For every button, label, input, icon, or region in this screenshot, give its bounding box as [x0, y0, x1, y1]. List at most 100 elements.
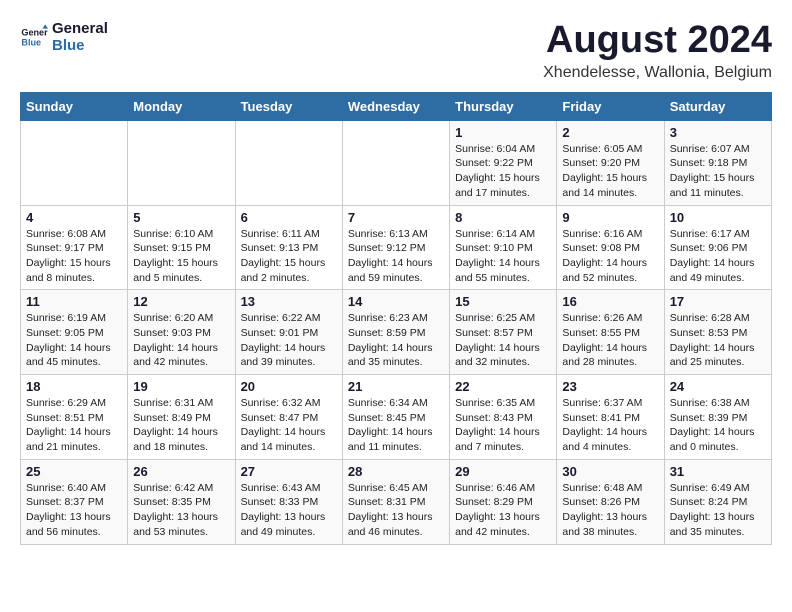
day-info: Sunrise: 6:40 AM Sunset: 8:37 PM Dayligh… — [26, 481, 122, 540]
calendar-cell: 10 Sunrise: 6:17 AM Sunset: 9:06 PM Dayli… — [664, 205, 771, 290]
calendar-cell: 4 Sunrise: 6:08 AM Sunset: 9:17 PM Daylig… — [21, 205, 128, 290]
calendar-subtitle: Xhendelesse, Wallonia, Belgium — [543, 64, 772, 82]
day-number: 21 — [348, 379, 444, 394]
calendar-cell: 30Sunrise: 6:48 AM Sunset: 8:26 PM Dayli… — [557, 459, 664, 544]
calendar-cell: 25 Sunrise: 6:40 AM Sunset: 8:37 PM Dayli… — [21, 459, 128, 544]
day-info: Sunrise: 6:28 AM Sunset: 8:53 PM Dayligh… — [670, 311, 766, 370]
calendar-cell: 9 Sunrise: 6:16 AM Sunset: 9:08 PM Daylig… — [557, 205, 664, 290]
day-number: 1 — [455, 125, 551, 140]
day-info: Sunrise: 6:37 AM Sunset: 8:41 PM Dayligh… — [562, 396, 658, 455]
day-number: 17 — [670, 294, 766, 309]
day-info: Sunrise: 6:42 AM Sunset: 8:35 PM Dayligh… — [133, 481, 229, 540]
calendar-cell: 6 Sunrise: 6:11 AM Sunset: 9:13 PM Daylig… — [235, 205, 342, 290]
day-info: Sunrise: 6:46 AM Sunset: 8:29 PM Dayligh… — [455, 481, 551, 540]
day-info: Sunrise: 6:43 AM Sunset: 8:33 PM Dayligh… — [241, 481, 337, 540]
day-info: Sunrise: 6:38 AM Sunset: 8:39 PM Dayligh… — [670, 396, 766, 455]
header-wednesday: Wednesday — [342, 92, 449, 120]
logo-line2: Blue — [52, 37, 108, 54]
day-info: Sunrise: 6:05 AM Sunset: 9:20 PM Dayligh… — [562, 142, 658, 201]
header-tuesday: Tuesday — [235, 92, 342, 120]
calendar-cell: 24Sunrise: 6:38 AM Sunset: 8:39 PM Dayli… — [664, 375, 771, 460]
day-number: 10 — [670, 210, 766, 225]
calendar-cell: 5Sunrise: 6:10 AM Sunset: 9:15 PM Daylig… — [128, 205, 235, 290]
day-info: Sunrise: 6:22 AM Sunset: 9:01 PM Dayligh… — [241, 311, 337, 370]
calendar-cell: 18 Sunrise: 6:29 AM Sunset: 8:51 PM Dayli… — [21, 375, 128, 460]
day-info: Sunrise: 6:11 AM Sunset: 9:13 PM Dayligh… — [241, 227, 337, 286]
day-info: Sunrise: 6:14 AM Sunset: 9:10 PM Dayligh… — [455, 227, 551, 286]
day-number: 18 — [26, 379, 122, 394]
header-friday: Friday — [557, 92, 664, 120]
day-number: 30 — [562, 464, 658, 479]
day-info: Sunrise: 6:16 AM Sunset: 9:08 PM Dayligh… — [562, 227, 658, 286]
header-sunday: Sunday — [21, 92, 128, 120]
day-number: 13 — [241, 294, 337, 309]
title-block: August 2024 Xhendelesse, Wallonia, Belgi… — [543, 20, 772, 82]
day-number: 12 — [133, 294, 229, 309]
calendar-cell: 28Sunrise: 6:45 AM Sunset: 8:31 PM Dayli… — [342, 459, 449, 544]
calendar-cell: 17 Sunrise: 6:28 AM Sunset: 8:53 PM Dayli… — [664, 290, 771, 375]
day-info: Sunrise: 6:45 AM Sunset: 8:31 PM Dayligh… — [348, 481, 444, 540]
header-monday: Monday — [128, 92, 235, 120]
day-number: 16 — [562, 294, 658, 309]
calendar-cell: 7 Sunrise: 6:13 AM Sunset: 9:12 PM Daylig… — [342, 205, 449, 290]
calendar-cell — [128, 120, 235, 205]
calendar-cell: 23 Sunrise: 6:37 AM Sunset: 8:41 PM Dayli… — [557, 375, 664, 460]
day-info: Sunrise: 6:29 AM Sunset: 8:51 PM Dayligh… — [26, 396, 122, 455]
logo-line1: General — [52, 20, 108, 37]
calendar-cell: 16 Sunrise: 6:26 AM Sunset: 8:55 PM Dayli… — [557, 290, 664, 375]
day-number: 29 — [455, 464, 551, 479]
day-number: 4 — [26, 210, 122, 225]
calendar-cell: 27 Sunrise: 6:43 AM Sunset: 8:33 PM Dayli… — [235, 459, 342, 544]
day-info: Sunrise: 6:35 AM Sunset: 8:43 PM Dayligh… — [455, 396, 551, 455]
day-info: Sunrise: 6:26 AM Sunset: 8:55 PM Dayligh… — [562, 311, 658, 370]
day-number: 20 — [241, 379, 337, 394]
page-header: General Blue General Blue August 2024 Xh… — [20, 20, 772, 82]
day-number: 3 — [670, 125, 766, 140]
calendar-cell: 12 Sunrise: 6:20 AM Sunset: 9:03 PM Dayli… — [128, 290, 235, 375]
day-info: Sunrise: 6:31 AM Sunset: 8:49 PM Dayligh… — [133, 396, 229, 455]
svg-text:Blue: Blue — [21, 37, 41, 47]
header-saturday: Saturday — [664, 92, 771, 120]
day-info: Sunrise: 6:07 AM Sunset: 9:18 PM Dayligh… — [670, 142, 766, 201]
calendar-cell: 1 Sunrise: 6:04 AM Sunset: 9:22 PM Daylig… — [450, 120, 557, 205]
day-info: Sunrise: 6:19 AM Sunset: 9:05 PM Dayligh… — [26, 311, 122, 370]
calendar-cell: 26 Sunrise: 6:42 AM Sunset: 8:35 PM Dayli… — [128, 459, 235, 544]
day-number: 31 — [670, 464, 766, 479]
day-info: Sunrise: 6:04 AM Sunset: 9:22 PM Dayligh… — [455, 142, 551, 201]
day-info: Sunrise: 6:13 AM Sunset: 9:12 PM Dayligh… — [348, 227, 444, 286]
day-number: 26 — [133, 464, 229, 479]
calendar-cell: 11Sunrise: 6:19 AM Sunset: 9:05 PM Dayli… — [21, 290, 128, 375]
calendar-week-row: 11Sunrise: 6:19 AM Sunset: 9:05 PM Dayli… — [21, 290, 772, 375]
calendar-cell: 20 Sunrise: 6:32 AM Sunset: 8:47 PM Dayli… — [235, 375, 342, 460]
svg-text:General: General — [21, 28, 48, 38]
day-number: 19 — [133, 379, 229, 394]
calendar-cell: 13 Sunrise: 6:22 AM Sunset: 9:01 PM Dayli… — [235, 290, 342, 375]
day-number: 25 — [26, 464, 122, 479]
day-info: Sunrise: 6:17 AM Sunset: 9:06 PM Dayligh… — [670, 227, 766, 286]
day-number: 15 — [455, 294, 551, 309]
calendar-cell: 29 Sunrise: 6:46 AM Sunset: 8:29 PM Dayli… — [450, 459, 557, 544]
calendar-cell — [235, 120, 342, 205]
calendar-header-row: Sunday Monday Tuesday Wednesday Thursday… — [21, 92, 772, 120]
day-info: Sunrise: 6:34 AM Sunset: 8:45 PM Dayligh… — [348, 396, 444, 455]
calendar-cell: 21 Sunrise: 6:34 AM Sunset: 8:45 PM Dayli… — [342, 375, 449, 460]
day-number: 6 — [241, 210, 337, 225]
calendar-cell: 19 Sunrise: 6:31 AM Sunset: 8:49 PM Dayli… — [128, 375, 235, 460]
calendar-cell — [21, 120, 128, 205]
calendar-title: August 2024 — [543, 20, 772, 62]
day-info: Sunrise: 6:25 AM Sunset: 8:57 PM Dayligh… — [455, 311, 551, 370]
calendar-cell: 15 Sunrise: 6:25 AM Sunset: 8:57 PM Dayli… — [450, 290, 557, 375]
day-info: Sunrise: 6:08 AM Sunset: 9:17 PM Dayligh… — [26, 227, 122, 286]
day-number: 7 — [348, 210, 444, 225]
calendar-cell: 2Sunrise: 6:05 AM Sunset: 9:20 PM Daylig… — [557, 120, 664, 205]
day-number: 27 — [241, 464, 337, 479]
day-info: Sunrise: 6:20 AM Sunset: 9:03 PM Dayligh… — [133, 311, 229, 370]
calendar-cell: 22Sunrise: 6:35 AM Sunset: 8:43 PM Dayli… — [450, 375, 557, 460]
day-number: 9 — [562, 210, 658, 225]
day-info: Sunrise: 6:32 AM Sunset: 8:47 PM Dayligh… — [241, 396, 337, 455]
calendar-table: Sunday Monday Tuesday Wednesday Thursday… — [20, 92, 772, 545]
day-number: 23 — [562, 379, 658, 394]
day-number: 14 — [348, 294, 444, 309]
header-thursday: Thursday — [450, 92, 557, 120]
day-info: Sunrise: 6:23 AM Sunset: 8:59 PM Dayligh… — [348, 311, 444, 370]
